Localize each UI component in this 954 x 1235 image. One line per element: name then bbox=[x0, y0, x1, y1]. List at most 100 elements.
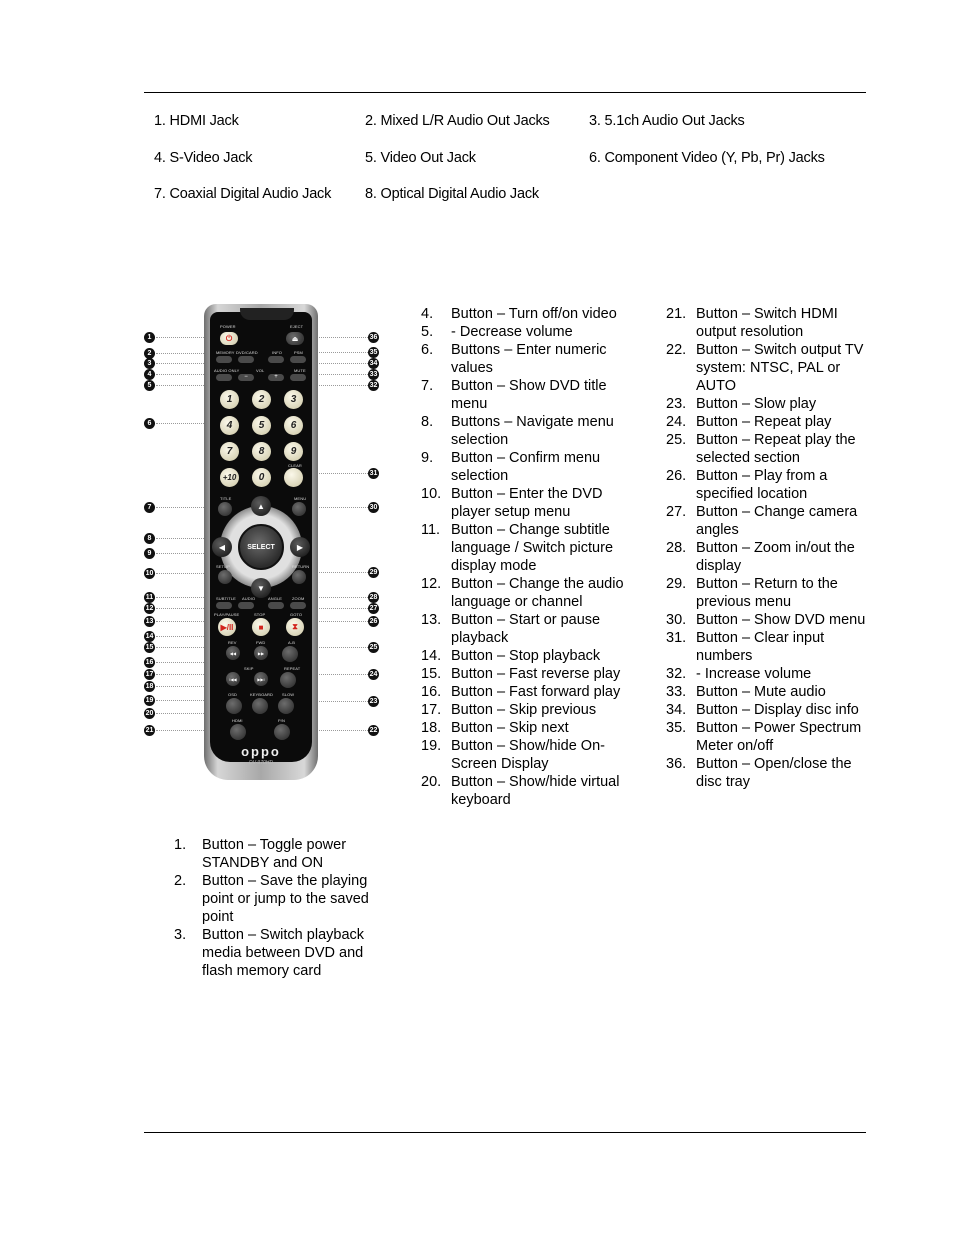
digit-6-button: 6 bbox=[284, 416, 303, 435]
item-description: Button – Skip previous bbox=[451, 702, 597, 718]
plus-10-button: +10 bbox=[220, 468, 239, 487]
item-description: Buttons – Navigate menu selection bbox=[451, 414, 614, 448]
item-description: Button – Toggle power STANDBY and ON bbox=[202, 837, 347, 871]
item-description: Button – Show/hide On-Screen Display bbox=[451, 738, 605, 772]
item-description: - Decrease volume bbox=[451, 324, 573, 340]
item-number: 27. bbox=[666, 504, 687, 520]
jack-item: 5. Video Out Jack bbox=[365, 150, 476, 166]
audio-button bbox=[238, 602, 254, 609]
stop-label: STOP bbox=[254, 612, 266, 617]
dvd-card-button bbox=[238, 356, 254, 363]
item-number: 6. bbox=[421, 342, 434, 358]
item-number: 16. bbox=[421, 684, 442, 700]
callout-marker: 1 bbox=[144, 332, 155, 343]
item-number: 33. bbox=[666, 684, 687, 700]
menu-button bbox=[292, 502, 306, 516]
description-item: 7. Button – Show DVD title menu bbox=[421, 377, 636, 413]
play-pause-icon: ▶/II bbox=[220, 622, 234, 632]
zoom-label: ZOOM bbox=[292, 596, 305, 601]
description-item: 24. Button – Repeat play bbox=[666, 413, 881, 431]
item-number: 20. bbox=[421, 774, 442, 790]
description-item: 16. Button – Fast forward play bbox=[421, 683, 636, 701]
play-pause-button: ▶/II bbox=[218, 618, 236, 636]
menu-label: MENU bbox=[294, 496, 307, 501]
hdmi-button bbox=[230, 724, 246, 740]
jack-item: 4. S-Video Jack bbox=[154, 150, 253, 166]
item-number: 23. bbox=[666, 396, 687, 412]
audio-only-label: AUDIO ONLY bbox=[214, 368, 240, 373]
digit-5-button: 5 bbox=[252, 416, 271, 435]
item-number: 12. bbox=[421, 576, 442, 592]
item-description: - Increase volume bbox=[696, 666, 812, 682]
skip-prev-button: I◀◀ bbox=[226, 672, 240, 686]
item-number: 31. bbox=[666, 630, 687, 646]
callout-marker: 16 bbox=[144, 657, 155, 668]
item-description: Button – Mute audio bbox=[696, 684, 826, 700]
description-item: 22. Button – Switch output TV system: NTS… bbox=[666, 341, 881, 395]
callout-marker: 4 bbox=[144, 369, 155, 380]
zoom-button bbox=[290, 602, 306, 609]
description-item: 19. Button – Show/hide On-Screen Display bbox=[421, 737, 636, 773]
item-description: Button – Enter the DVD player setup menu bbox=[451, 486, 603, 520]
description-item: 8. Buttons – Navigate menu selection bbox=[421, 413, 636, 449]
skip-next-icon: ▶▶I bbox=[257, 676, 265, 682]
description-item: 18. Button – Skip next bbox=[421, 719, 636, 737]
item-description: Button – Switch HDMI output resolution bbox=[696, 306, 838, 340]
eject-label: EJECT bbox=[290, 324, 304, 329]
left-arrow-icon: ◀ bbox=[218, 542, 226, 552]
description-item: 34. Button – Display disc info bbox=[666, 701, 881, 719]
item-number: 4. bbox=[421, 306, 434, 322]
description-item: 36. Button – Open/close the disc tray bbox=[666, 755, 881, 791]
item-description: Button – Clear input numbers bbox=[696, 630, 825, 664]
pn-label: P/N bbox=[278, 718, 285, 723]
description-item: 4. Button – Turn off/on video bbox=[421, 305, 636, 323]
power-icon: ⏻ bbox=[225, 333, 233, 343]
fwd-button: ▶▶ bbox=[254, 646, 268, 660]
ab-button bbox=[282, 646, 298, 662]
angle-label: ANGLE bbox=[268, 596, 283, 601]
item-number: 17. bbox=[421, 702, 442, 718]
angle-button bbox=[268, 602, 284, 609]
item-description: Button – Stop playback bbox=[451, 648, 601, 664]
description-item: 23. Button – Slow play bbox=[666, 395, 881, 413]
nav-up-button: ▲ bbox=[251, 496, 271, 516]
callout-marker: 9 bbox=[144, 548, 155, 559]
item-number: 30. bbox=[666, 612, 687, 628]
callout-marker: 31 bbox=[368, 468, 379, 479]
callout-marker: 23 bbox=[368, 696, 379, 707]
callout-marker: 26 bbox=[368, 616, 379, 627]
callout-marker: 33 bbox=[368, 369, 379, 380]
description-item: 6. Buttons – Enter numeric values bbox=[421, 341, 636, 377]
vol-down-button: − bbox=[238, 374, 254, 381]
item-number: 13. bbox=[421, 612, 442, 628]
item-description: Button – Change subtitle language / Swit… bbox=[451, 522, 614, 574]
remote-face: POWER ⏻ EJECT ⏏ MEMORY DVD/CARD INFO PSM… bbox=[210, 308, 312, 766]
item-description: Button – Open/close the disc tray bbox=[696, 756, 852, 790]
callout-marker: 19 bbox=[144, 695, 155, 706]
mute-button bbox=[290, 374, 306, 381]
vol-label: VOL bbox=[256, 368, 265, 373]
item-number: 26. bbox=[666, 468, 687, 484]
item-description: Button – Skip next bbox=[451, 720, 569, 736]
skip-next-button: ▶▶I bbox=[254, 672, 268, 686]
goto-label: GOTO bbox=[290, 612, 303, 617]
item-description: Button – Save the playing point or jump … bbox=[202, 873, 369, 925]
mute-label: MUTE bbox=[294, 368, 306, 373]
callout-marker: 35 bbox=[368, 347, 379, 358]
item-description: Button – Slow play bbox=[696, 396, 817, 412]
memory-button bbox=[216, 356, 232, 363]
item-description: Button – Change the audio language or ch… bbox=[451, 576, 624, 610]
description-item: 32. - Increase volume bbox=[666, 665, 881, 683]
callout-marker: 5 bbox=[144, 380, 155, 391]
rev-label: REV bbox=[228, 640, 237, 645]
item-description: Button – Switch playback media between D… bbox=[202, 927, 365, 979]
item-number: 9. bbox=[421, 450, 434, 466]
digit-9-button: 9 bbox=[284, 442, 303, 461]
callout-marker: 8 bbox=[144, 533, 155, 544]
right-arrow-icon: ▶ bbox=[296, 542, 304, 552]
item-number: 34. bbox=[666, 702, 687, 718]
remote-body: POWER ⏻ EJECT ⏏ MEMORY DVD/CARD INFO PSM… bbox=[204, 304, 318, 780]
osd-button bbox=[226, 698, 242, 714]
item-number: 3. bbox=[174, 927, 187, 943]
info-button bbox=[268, 356, 284, 363]
